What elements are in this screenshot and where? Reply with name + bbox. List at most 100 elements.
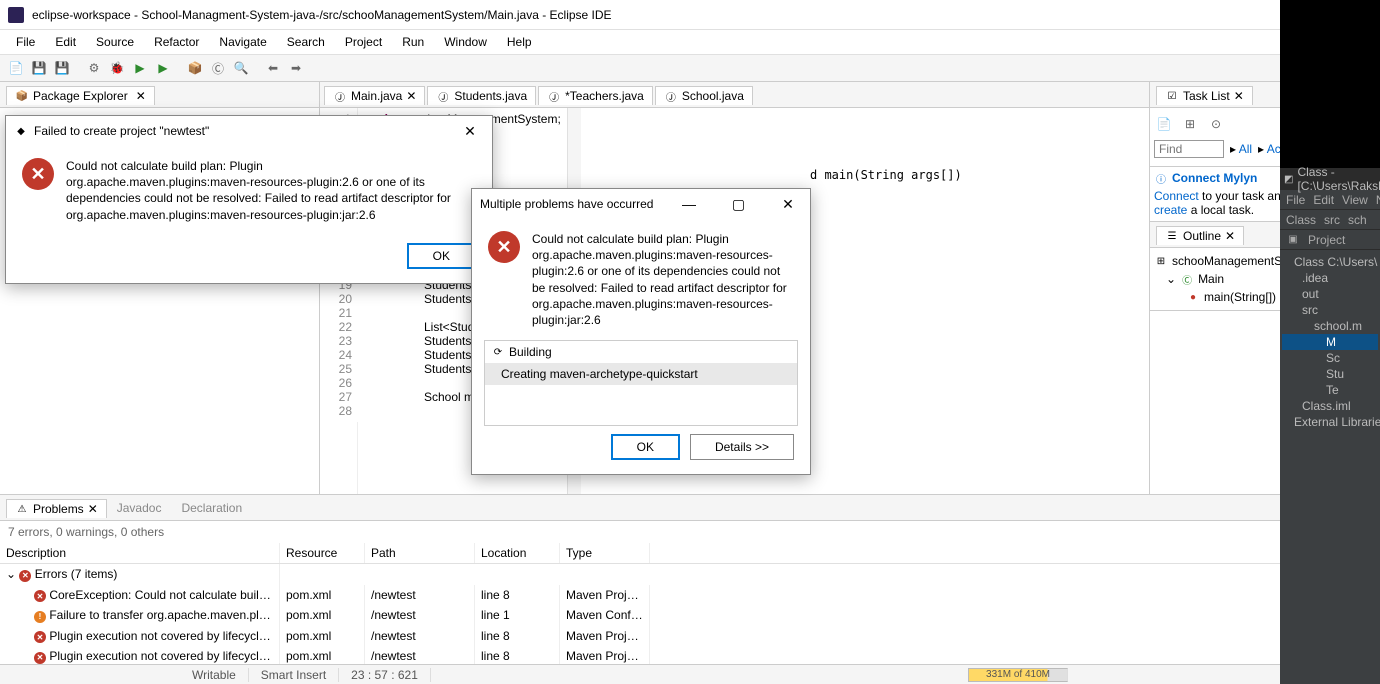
menu-file[interactable]: File [8,33,43,51]
details-button[interactable]: Details >> [690,434,794,460]
problems-view: ⚠Problems✕ Javadoc Declaration ⚗ 7 error… [0,494,1380,664]
tree-item[interactable]: External Libraries [1282,414,1378,430]
find-input[interactable] [1154,140,1224,158]
connect-link[interactable]: Connect [1154,189,1199,203]
progress-icon: ⟳ [491,345,505,359]
menu-file[interactable]: File [1286,193,1305,207]
editor-tab-main[interactable]: ⒿMain.java✕ [324,86,425,105]
building-detail[interactable]: Creating maven-archetype-quickstart [485,363,797,385]
tree-item[interactable]: Sc [1282,350,1378,366]
tree-item[interactable]: out [1282,286,1378,302]
table-row[interactable]: ! Failure to transfer org.apache.maven.p… [0,605,1380,626]
tree-item[interactable]: src [1282,302,1378,318]
java-file-icon: Ⓙ [547,89,561,103]
tree-item[interactable]: M [1282,334,1378,350]
window-title: eclipse-workspace - School-Managment-Sys… [32,8,612,22]
new-class-icon[interactable]: Ⓒ [208,58,228,78]
build-icon[interactable]: ⚙ [84,58,104,78]
close-tab-icon[interactable]: ✕ [406,89,416,103]
menu-help[interactable]: Help [499,33,540,51]
package-explorer-tab[interactable]: 📦 Package Explorer ✕ [6,86,155,105]
tree-item[interactable]: Class.iml [1282,398,1378,414]
new-icon[interactable]: 📄 [6,58,26,78]
window-titlebar: eclipse-workspace - School-Managment-Sys… [0,0,1380,30]
close-tab-icon[interactable]: ✕ [136,89,146,103]
menu-run[interactable]: Run [394,33,432,51]
expand-icon[interactable]: ⌄ [1166,272,1176,286]
code-fragment: d main(String args[]) [810,168,962,182]
focus-icon[interactable]: ⊙ [1206,114,1226,134]
error-icon: ✕ [22,158,54,190]
declaration-tab[interactable]: Declaration [171,501,252,515]
dialog-title: Failed to create project "newtest" [34,124,209,138]
project-tool-icon: ▣ [1286,233,1300,247]
categorize-icon[interactable]: ⊞ [1180,114,1200,134]
dialog-title: Multiple problems have occurred [480,197,653,211]
javadoc-tab[interactable]: Javadoc [107,501,172,515]
tree-item[interactable]: .idea [1282,270,1378,286]
java-file-icon: Ⓙ [664,89,678,103]
crumb[interactable]: Class [1286,213,1316,227]
intellij-window: ◩Class - [C:\Users\Raksh File Edit View … [1280,0,1380,684]
editor-tab-teachers[interactable]: Ⓙ*Teachers.java [538,86,653,105]
minimize-icon[interactable]: — [675,196,703,212]
menu-navigate[interactable]: Navigate [211,33,274,51]
crumb[interactable]: sch [1348,213,1367,227]
forward-icon[interactable]: ➡ [286,58,306,78]
run-icon[interactable]: ▶ [130,58,150,78]
table-row[interactable]: ✕ Plugin execution not covered by lifecy… [0,626,1380,647]
status-writable: Writable [180,668,249,682]
dialog-heading: Could not calculate build plan: Plugin [66,158,476,174]
intellij-title: Class - [C:\Users\Raksh [1297,165,1380,193]
project-label[interactable]: Project [1308,233,1345,247]
outline-tab[interactable]: ☰Outline✕ [1156,226,1244,245]
menu-refactor[interactable]: Refactor [146,33,207,51]
ok-button[interactable]: OK [407,243,476,269]
tree-item[interactable]: Stu [1282,366,1378,382]
menu-search[interactable]: Search [279,33,333,51]
main-toolbar: 📄 💾 💾 ⚙ 🐞 ▶ ▶ 📦 Ⓒ 🔍 ⬅ ➡ 🔍 ⊞ ☕ [0,54,1380,82]
editor-tab-students[interactable]: ⒿStudents.java [427,86,536,105]
tree-item[interactable]: school.m [1282,318,1378,334]
menu-project[interactable]: Project [337,33,390,51]
tree-item[interactable]: Class C:\Users\ [1282,254,1378,270]
save-icon[interactable]: 💾 [29,58,49,78]
task-list-tab[interactable]: ☑Task List✕ [1156,86,1253,105]
method-icon: ● [1186,290,1200,304]
close-icon[interactable]: ✕ [456,123,484,140]
class-icon: Ⓒ [1180,272,1194,286]
menu-source[interactable]: Source [88,33,142,51]
open-type-icon[interactable]: 🔍 [231,58,251,78]
back-icon[interactable]: ⬅ [263,58,283,78]
menu-view[interactable]: View [1342,193,1368,207]
menu-navigate[interactable]: Navigate [1376,193,1380,207]
ok-button[interactable]: OK [611,434,680,460]
package-icon: 📦 [15,89,29,103]
outline-icon: ☰ [1165,229,1179,243]
connect-mylyn-title[interactable]: Connect Mylyn [1172,171,1257,185]
crumb[interactable]: src [1324,213,1340,227]
save-all-icon[interactable]: 💾 [52,58,72,78]
create-link[interactable]: create [1154,203,1187,217]
close-tab-icon[interactable]: ✕ [88,502,98,516]
intellij-project-tree[interactable]: Class C:\Users\ .idea out src school.m M… [1280,250,1380,434]
heap-status[interactable]: 331M of 410M [968,668,1068,682]
table-row[interactable]: ✕ Plugin execution not covered by lifecy… [0,646,1380,664]
debug-icon[interactable]: 🐞 [107,58,127,78]
table-row[interactable]: ✕ CoreException: Could not calculate bui… [0,585,1380,606]
problems-tab[interactable]: ⚠Problems✕ [6,499,107,518]
close-icon[interactable]: ✕ [774,196,802,213]
menu-window[interactable]: Window [436,33,495,51]
menu-edit[interactable]: Edit [1313,193,1334,207]
all-filter[interactable]: ▸ All [1230,142,1252,156]
new-task-icon[interactable]: 📄 [1154,114,1174,134]
maximize-icon[interactable]: ▢ [724,196,752,213]
close-tab-icon[interactable]: ✕ [1234,89,1244,103]
editor-tab-school[interactable]: ⒿSchool.java [655,86,753,105]
menu-edit[interactable]: Edit [47,33,84,51]
tree-item[interactable]: Te [1282,382,1378,398]
close-tab-icon[interactable]: ✕ [1225,229,1235,243]
new-package-icon[interactable]: 📦 [185,58,205,78]
problems-group[interactable]: ⌄ ✕ Errors (7 items) [0,564,1380,585]
coverage-icon[interactable]: ▶ [153,58,173,78]
